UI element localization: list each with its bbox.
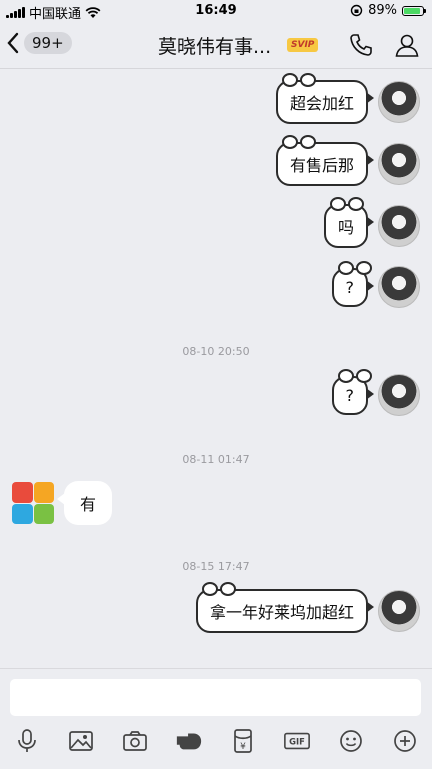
unread-badge: 99+ (24, 32, 72, 54)
bubble-eyes-decoration (281, 135, 316, 149)
plus-icon[interactable] (391, 727, 419, 755)
compose-toolbar: ¥ GIF (0, 727, 432, 755)
message-bubble[interactable]: ? (331, 260, 374, 307)
message-bubble[interactable]: ? (331, 368, 374, 415)
message-text: 拿一年好莱坞加超红 (209, 603, 354, 622)
phone-icon[interactable] (348, 32, 374, 58)
bubble-eyes-decoration (201, 582, 236, 596)
bubble-eyes-decoration (281, 73, 316, 87)
message-text: 有售后那 (289, 156, 354, 175)
avatar[interactable] (378, 374, 420, 416)
profile-icon[interactable] (394, 32, 420, 58)
message-outgoing[interactable]: 超会加红 (275, 73, 420, 124)
compose-area: ¥ GIF (0, 668, 432, 769)
status-right: 89% (350, 3, 426, 18)
svg-text:GIF: GIF (289, 737, 305, 747)
svg-text:¥: ¥ (240, 742, 246, 752)
message-text: ? (345, 385, 355, 405)
image-icon[interactable] (67, 727, 95, 755)
bubble-eyes-decoration (337, 368, 372, 383)
svip-badge: SVIP (287, 38, 319, 52)
header-actions (348, 32, 420, 58)
message-bubble[interactable]: 有售后那 (275, 135, 375, 186)
message-text: 有 (80, 495, 97, 514)
bubble-eyes-decoration (337, 260, 372, 275)
message-incoming[interactable]: 有 (12, 481, 113, 525)
camera-icon[interactable] (121, 727, 149, 755)
message-text: ? (345, 277, 355, 297)
message-bubble[interactable]: 超会加红 (275, 73, 375, 124)
message-text: 吗 (337, 218, 354, 237)
message-outgoing[interactable]: ? (331, 368, 420, 416)
page-title[interactable]: 莫晓伟有事... (158, 32, 271, 59)
battery-icon (402, 5, 426, 16)
battery-percent: 89% (368, 3, 397, 18)
hand-icon[interactable] (175, 727, 203, 755)
timestamp: 08-15 17:47 (182, 560, 250, 573)
timestamp: 08-11 01:47 (182, 453, 250, 466)
sender-avatar[interactable] (12, 482, 54, 524)
message-outgoing[interactable]: ? (331, 260, 420, 308)
avatar[interactable] (378, 143, 420, 185)
status-bar: 中国联通 16:49 89% (0, 0, 432, 22)
message-text: 超会加红 (289, 94, 354, 113)
chevron-left-icon (7, 32, 19, 54)
gif-icon[interactable]: GIF (283, 727, 311, 755)
message-input[interactable] (10, 679, 421, 716)
avatar[interactable] (378, 81, 420, 123)
message-outgoing[interactable]: 吗 (323, 197, 420, 248)
message-outgoing[interactable]: 拿一年好莱坞加超红 (195, 582, 420, 633)
red-packet-icon[interactable]: ¥ (229, 727, 257, 755)
message-list[interactable]: 超会加红 有售后那 吗 ? 08-10 20:50 ? 08-11 01:47 … (0, 68, 432, 668)
avatar[interactable] (378, 266, 420, 308)
timestamp: 08-10 20:50 (182, 345, 250, 358)
message-bubble[interactable]: 吗 (323, 197, 375, 248)
bubble-eyes-decoration (329, 197, 364, 211)
avatar[interactable] (378, 590, 420, 632)
emoji-icon[interactable] (337, 727, 365, 755)
chat-header: 99+ 莫晓伟有事... SVIP (0, 22, 432, 69)
message-bubble[interactable]: 拿一年好莱坞加超红 (195, 582, 375, 633)
message-bubble[interactable]: 有 (56, 481, 113, 525)
mic-icon[interactable] (13, 727, 41, 755)
avatar[interactable] (378, 205, 420, 247)
back-button[interactable]: 99+ (6, 32, 72, 54)
message-outgoing[interactable]: 有售后那 (275, 135, 420, 186)
rotation-lock-icon (350, 4, 363, 17)
